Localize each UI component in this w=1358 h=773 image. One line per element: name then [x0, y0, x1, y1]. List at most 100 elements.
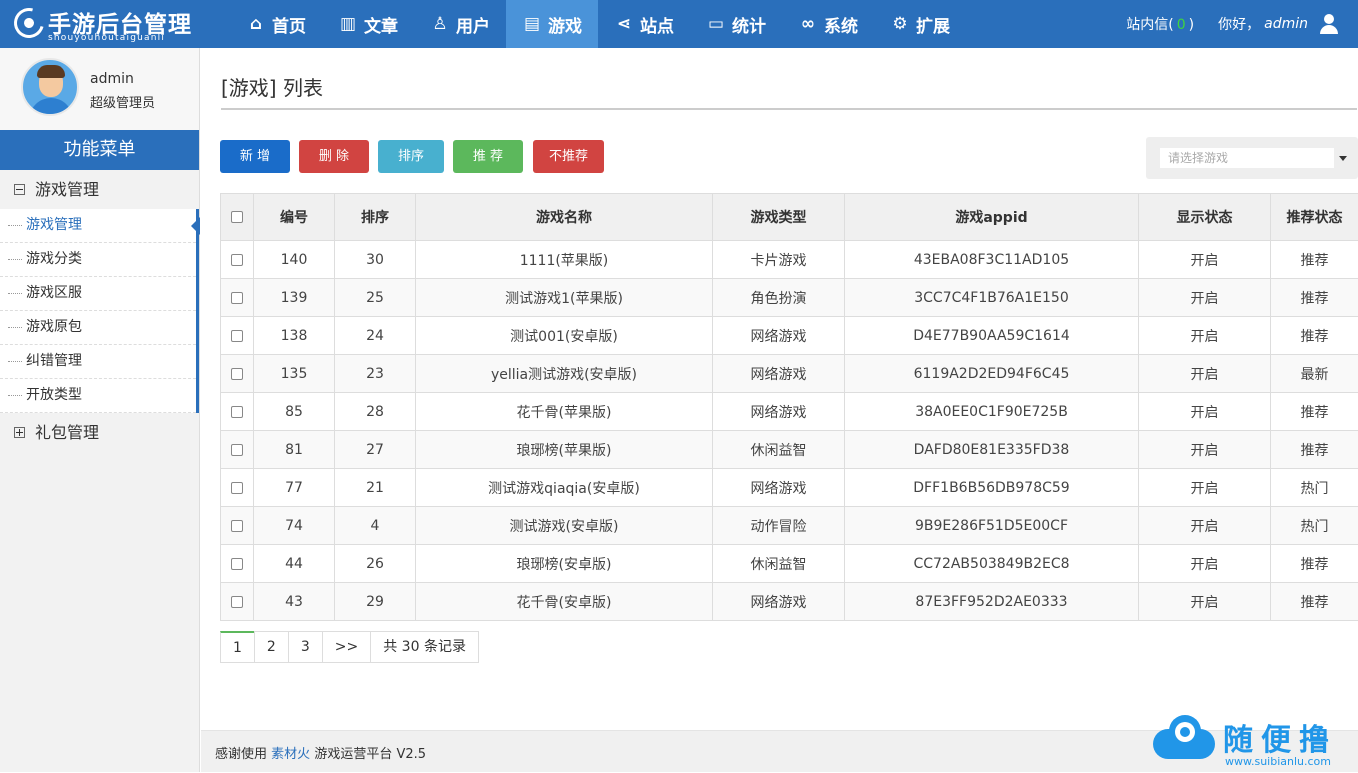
home-icon: ⌂	[246, 14, 266, 34]
messages-link[interactable]: 站内信(0)	[1126, 14, 1194, 34]
table-cell: 卡片游戏	[713, 241, 845, 279]
row-select-cell	[221, 317, 254, 355]
table-row[interactable]: 140301111(苹果版)卡片游戏43EBA08F3C11AD105开启推荐	[221, 241, 1358, 279]
game-table: 编号 排序 游戏名称 游戏类型 游戏appid 显示状态 推荐状态 140301…	[220, 193, 1358, 621]
table-row[interactable]: 744测试游戏(安卓版)动作冒险9B9E286F51D5E00CF开启热门	[221, 507, 1358, 545]
user-icon[interactable]	[1318, 13, 1340, 35]
row-checkbox[interactable]	[231, 368, 243, 380]
sidebar-item-game-management[interactable]: 游戏管理	[0, 209, 196, 243]
next-page-button[interactable]: >>	[322, 631, 371, 663]
table-cell: 开启	[1139, 545, 1271, 583]
table-cell: 最新	[1271, 355, 1358, 393]
sidebar-item-open-type[interactable]: 开放类型	[0, 379, 196, 413]
table-cell: DFF1B6B56DB978C59	[845, 469, 1139, 507]
column-header[interactable]: 游戏类型	[713, 194, 845, 241]
table-cell: 推荐	[1271, 317, 1358, 355]
pagination: 1 2 3 >> 共 30 条记录	[220, 631, 479, 663]
top-username[interactable]: admin	[1264, 16, 1308, 32]
page-2[interactable]: 2	[254, 631, 289, 663]
nav-stats[interactable]: ▭统计	[690, 0, 782, 48]
user-icon: ♙	[430, 14, 450, 34]
row-checkbox[interactable]	[231, 330, 243, 342]
table-cell: 休闲益智	[713, 545, 845, 583]
table-row[interactable]: 8528花千骨(苹果版)网络游戏38A0EE0C1F90E725B开启推荐	[221, 393, 1358, 431]
table-cell: 28	[335, 393, 416, 431]
sidebar-item-game-server[interactable]: 游戏区服	[0, 277, 196, 311]
sort-button[interactable]: 排序	[378, 140, 444, 173]
nav-extend[interactable]: ⚙扩展	[874, 0, 966, 48]
logo[interactable]: 手游后台管理 shouyouhoutaiguanli	[14, 4, 204, 44]
table-cell: 24	[335, 317, 416, 355]
table-row[interactable]: 13523yellia测试游戏(安卓版)网络游戏6119A2D2ED94F6C4…	[221, 355, 1358, 393]
unrecommend-button[interactable]: 不推荐	[533, 140, 604, 173]
table-cell: 动作冒险	[713, 507, 845, 545]
page-title: [游戏] 列表	[221, 72, 323, 101]
table-cell: 琅琊榜(安卓版)	[416, 545, 713, 583]
table-row[interactable]: 4426琅琊榜(安卓版)休闲益智CC72AB503849B2EC8开启推荐	[221, 545, 1358, 583]
column-header[interactable]: 排序	[335, 194, 416, 241]
add-button[interactable]: 新 增	[220, 140, 290, 173]
sidebar-item-game-category[interactable]: 游戏分类	[0, 243, 196, 277]
table-cell: 测试游戏(安卓版)	[416, 507, 713, 545]
table-cell: 29	[335, 583, 416, 621]
nav-home[interactable]: ⌂首页	[230, 0, 322, 48]
row-select-cell	[221, 431, 254, 469]
nav-sites[interactable]: ⋖站点	[598, 0, 690, 48]
table-cell: 6119A2D2ED94F6C45	[845, 355, 1139, 393]
table-cell: 138	[254, 317, 335, 355]
table-row[interactable]: 13824测试001(安卓版)网络游戏D4E77B90AA59C1614开启推荐	[221, 317, 1358, 355]
sidebar-item-error-management[interactable]: 纠错管理	[0, 345, 196, 379]
table-cell: 9B9E286F51D5E00CF	[845, 507, 1139, 545]
caret-down-icon[interactable]	[1339, 156, 1347, 161]
menu-group-gift-management[interactable]: 礼包管理	[0, 413, 199, 452]
row-checkbox[interactable]	[231, 596, 243, 608]
row-checkbox[interactable]	[231, 406, 243, 418]
avatar	[21, 58, 79, 116]
table-cell: 推荐	[1271, 583, 1358, 621]
collapse-icon	[14, 184, 25, 195]
nav-games[interactable]: ▤游戏	[506, 0, 598, 48]
table-cell: 开启	[1139, 317, 1271, 355]
row-checkbox[interactable]	[231, 292, 243, 304]
select-all-checkbox[interactable]	[231, 211, 243, 223]
nav-articles[interactable]: ▥文章	[322, 0, 414, 48]
table-row[interactable]: 13925测试游戏1(苹果版)角色扮演3CC7C4F1B76A1E150开启推荐	[221, 279, 1358, 317]
game-select[interactable]: 请选择游戏	[1146, 137, 1358, 179]
row-checkbox[interactable]	[231, 558, 243, 570]
row-checkbox[interactable]	[231, 520, 243, 532]
row-checkbox[interactable]	[231, 444, 243, 456]
table-cell: 87E3FF952D2AE0333	[845, 583, 1139, 621]
row-select-cell	[221, 507, 254, 545]
table-cell: 网络游戏	[713, 355, 845, 393]
row-select-cell	[221, 583, 254, 621]
game-select-input[interactable]: 请选择游戏	[1160, 148, 1334, 168]
table-cell: 38A0EE0C1F90E725B	[845, 393, 1139, 431]
row-select-cell	[221, 355, 254, 393]
table-row[interactable]: 4329花千骨(安卓版)网络游戏87E3FF952D2AE0333开启推荐	[221, 583, 1358, 621]
page-3[interactable]: 3	[288, 631, 323, 663]
column-header[interactable]: 推荐状态	[1271, 194, 1358, 241]
sidebar: admin 超级管理员 功能菜单 游戏管理 游戏管理 游戏分类 游戏区服 游戏原…	[0, 48, 200, 772]
column-header[interactable]: 游戏名称	[416, 194, 713, 241]
table-row[interactable]: 8127琅琊榜(苹果版)休闲益智DAFD80E81E335FD38开启推荐	[221, 431, 1358, 469]
footer-link[interactable]: 素材火	[271, 747, 310, 762]
table-row[interactable]: 7721测试游戏qiaqia(安卓版)网络游戏DFF1B6B56DB978C59…	[221, 469, 1358, 507]
recommend-button[interactable]: 推 荐	[453, 140, 523, 173]
table-cell: 推荐	[1271, 279, 1358, 317]
nav-system[interactable]: ∞系统	[782, 0, 874, 48]
column-header[interactable]: 显示状态	[1139, 194, 1271, 241]
row-checkbox[interactable]	[231, 482, 243, 494]
table-cell: 27	[335, 431, 416, 469]
table-cell: 网络游戏	[713, 469, 845, 507]
delete-button[interactable]: 删 除	[299, 140, 369, 173]
table-cell: 85	[254, 393, 335, 431]
nav-users[interactable]: ♙用户	[414, 0, 506, 48]
table-cell: 开启	[1139, 507, 1271, 545]
menu-group-game-management[interactable]: 游戏管理	[0, 170, 199, 209]
row-checkbox[interactable]	[231, 254, 243, 266]
table-cell: 74	[254, 507, 335, 545]
column-header[interactable]: 游戏appid	[845, 194, 1139, 241]
sidebar-item-game-package[interactable]: 游戏原包	[0, 311, 196, 345]
page-1[interactable]: 1	[220, 631, 255, 663]
column-header[interactable]: 编号	[254, 194, 335, 241]
